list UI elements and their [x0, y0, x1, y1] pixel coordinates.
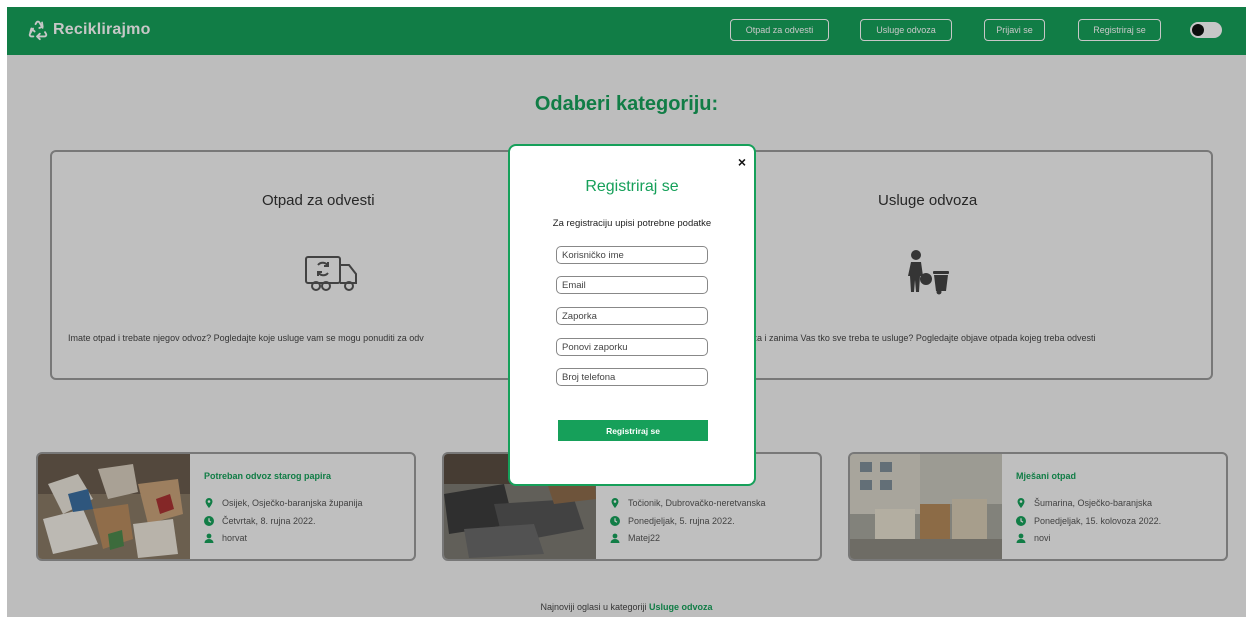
register-submit-button[interactable]: Registriraj se: [558, 420, 708, 441]
close-icon[interactable]: ×: [738, 154, 746, 170]
confirm-password-field[interactable]: [556, 338, 708, 356]
phone-field[interactable]: [556, 368, 708, 386]
email-field[interactable]: [556, 276, 708, 294]
modal-subtitle: Za registraciju upisi potrebne podatke: [552, 218, 712, 229]
modal-title: Registriraj se: [585, 178, 679, 195]
register-modal: × Registriraj se Za registraciju upisi p…: [508, 144, 756, 486]
password-field[interactable]: [556, 307, 708, 325]
username-field[interactable]: [556, 246, 708, 264]
